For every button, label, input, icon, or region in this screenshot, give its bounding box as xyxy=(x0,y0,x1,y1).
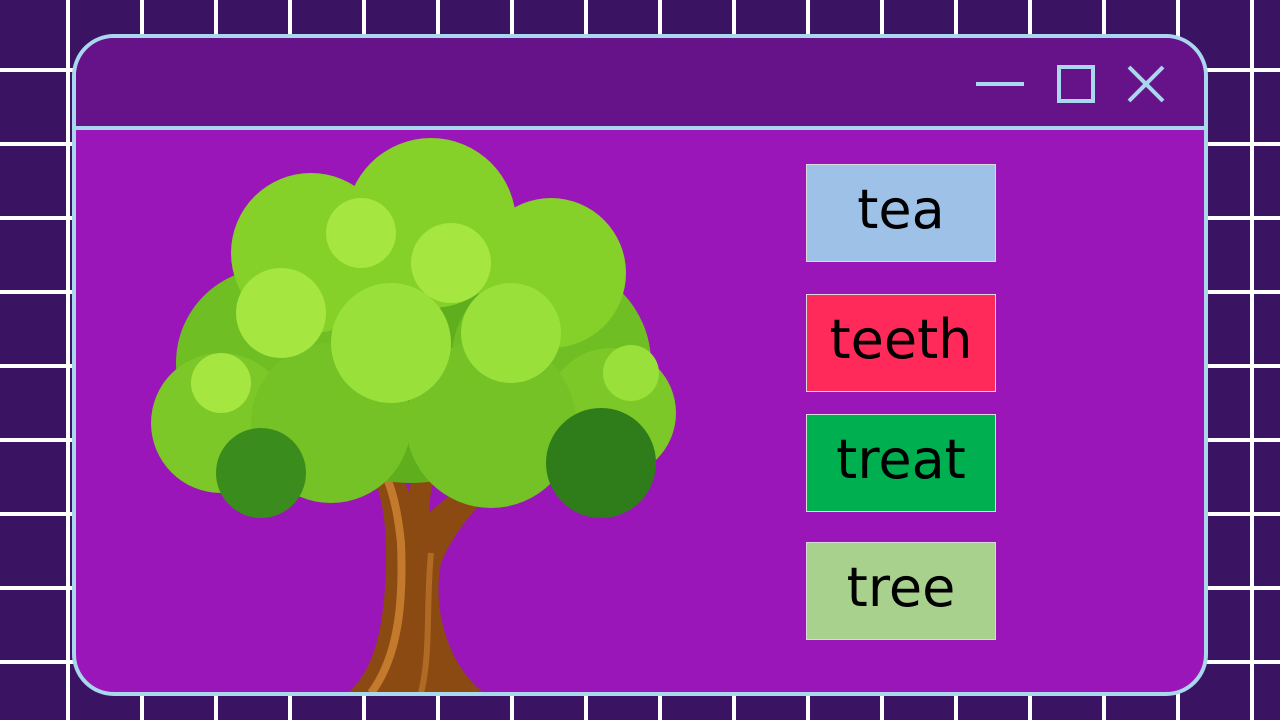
minimize-button[interactable] xyxy=(974,64,1024,104)
title-bar xyxy=(76,38,1204,130)
maximize-button[interactable] xyxy=(1056,64,1096,104)
word-option-label: treat xyxy=(836,428,966,491)
word-option-label: tree xyxy=(846,556,956,619)
tree-illustration xyxy=(151,138,676,692)
word-option-tree[interactable]: tree xyxy=(806,542,996,640)
close-button[interactable] xyxy=(1126,64,1166,104)
word-option-label: teeth xyxy=(829,308,973,371)
tree-foliage xyxy=(151,138,676,518)
maximize-icon xyxy=(1057,65,1095,103)
app-window: tea teeth treat tree xyxy=(72,34,1208,696)
close-icon xyxy=(1127,65,1165,103)
minimize-icon xyxy=(976,82,1024,86)
word-option-treat[interactable]: treat xyxy=(806,414,996,512)
word-option-teeth[interactable]: teeth xyxy=(806,294,996,392)
word-option-label: tea xyxy=(857,178,945,241)
word-option-tea[interactable]: tea xyxy=(806,164,996,262)
